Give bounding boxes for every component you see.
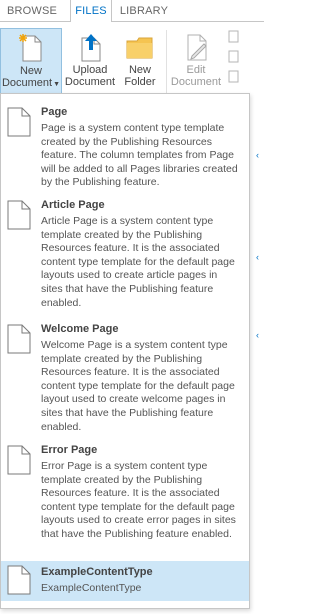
upload-document-button[interactable]: Upload Document [64,28,116,94]
edit-document-label-2: Document [170,76,222,88]
upload-icon [81,34,101,62]
new-folder-button[interactable]: New Folder [120,28,160,94]
menu-item-error-page[interactable]: Error Page Error Page is a system conten… [1,433,249,560]
menu-item-example-content-type[interactable]: ExampleContentType ExampleContentType [1,561,249,601]
background-mark: ‹ [256,150,259,160]
menu-item-welcome-page[interactable]: Welcome Page Welcome Page is a system co… [1,317,249,433]
edit-document-icon [187,34,207,61]
ribbon-separator [166,30,167,94]
new-document-label-1: New [19,65,42,77]
document-icon [7,107,31,137]
new-document-label-2: Document▼ [1,77,61,89]
menu-item-article-page[interactable]: Article Page Article Page is a system co… [1,192,249,317]
menu-item-description: Error Page is a system content type temp… [41,460,236,540]
tab-browse[interactable]: BROWSE [4,0,60,23]
page-background-edge [250,94,264,614]
small-command-icons [228,30,239,83]
document-icon [7,200,31,230]
chevron-down-icon: ▼ [53,81,61,88]
edit-document-label-1: Edit [186,64,206,76]
upload-document-label-1: Upload [72,64,108,76]
menu-item-description: Article Page is a system content type te… [41,215,235,309]
new-document-icon [19,34,42,62]
menu-item-title: Page [41,106,68,118]
menu-item-description: Page is a system content type template c… [41,122,238,189]
background-mark: ‹ [256,252,259,262]
menu-item-description: Welcome Page is a system content type te… [41,339,235,433]
new-document-menu: Page Page is a system content type templ… [0,93,250,609]
folder-icon [126,37,153,59]
new-folder-label-2: Folder [124,76,156,88]
menu-item-description: ExampleContentType [41,582,142,594]
document-icon [7,565,31,595]
tab-library[interactable]: LIBRARY [116,0,172,23]
menu-item-page[interactable]: Page Page is a system content type templ… [1,94,249,192]
document-icon [7,324,31,354]
ribbon-tab-bar: BROWSE FILES LIBRARY [0,0,264,23]
menu-item-title: ExampleContentType [41,566,153,578]
new-folder-label-1: New [128,64,151,76]
menu-item-title: Article Page [41,199,105,211]
upload-document-label-2: Document [64,76,116,88]
new-document-button[interactable]: New Document▼ [0,28,62,94]
document-icon [7,445,31,475]
edit-document-button[interactable]: Edit Document [170,28,222,94]
menu-item-title: Error Page [41,444,98,456]
menu-item-title: Welcome Page [41,323,119,335]
tab-files[interactable]: FILES [70,0,112,23]
ribbon: New Document▼ Upload Document New Folder… [0,22,264,94]
background-mark: ‹ [256,330,259,340]
